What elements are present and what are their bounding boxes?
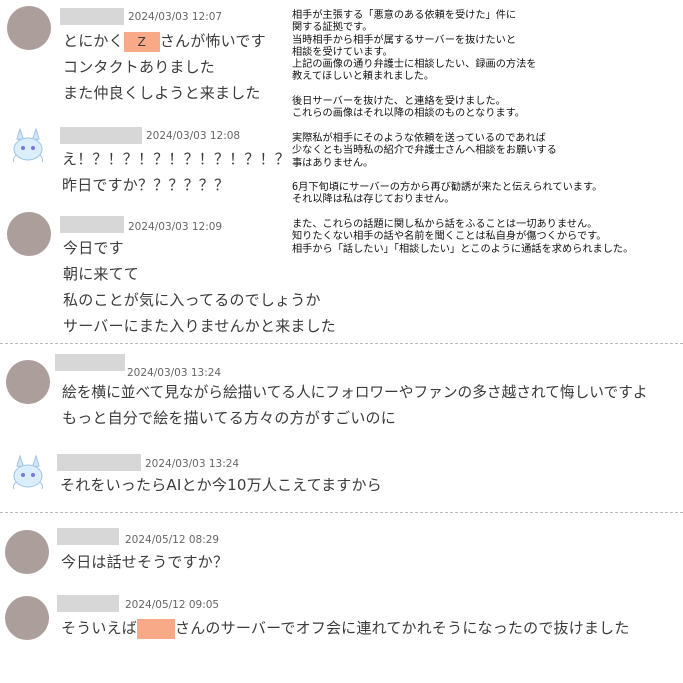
message-text: また仲良くしようと来ました xyxy=(63,84,261,102)
note-line: 当時相手から相手が属するサーバーを抜けたいと xyxy=(292,34,517,46)
note-line: 相談を受けています。 xyxy=(292,46,393,58)
mascot-avatar-icon[interactable] xyxy=(8,125,48,165)
user-avatar[interactable] xyxy=(5,530,49,574)
note-line: 相手から「話したい」「相談したい」とこのように通話を求められました。 xyxy=(292,243,634,255)
user-avatar[interactable] xyxy=(6,360,50,404)
username-redacted xyxy=(57,595,119,612)
message-text: 今日は話せそうですか？ xyxy=(61,553,229,571)
note-line: これらの画像はそれ以降の相談のものとなります。 xyxy=(292,108,525,120)
message-text: 朝に来てて xyxy=(63,265,140,283)
username-redacted xyxy=(60,127,142,144)
note-line xyxy=(292,121,678,133)
message-text-part: とにかく xyxy=(63,32,124,50)
username-redacted xyxy=(60,8,124,25)
note-line xyxy=(292,84,678,96)
message-timestamp: 2024/03/03 12:09 xyxy=(128,221,223,233)
message-text: 今日です xyxy=(63,239,124,257)
message-text: 昨日ですか？？？？？？ xyxy=(62,176,230,194)
message-text-part: さんのサーバーでオフ会に連れてかれそうになったので抜けました xyxy=(175,619,630,637)
message-text: え！？！？！？！？！？！？！？ xyxy=(62,150,291,168)
note-line: 教えてほしいと頼まれました。 xyxy=(292,71,435,83)
message-text: サーバーにまた入りませんかと来ました xyxy=(63,317,337,335)
message-text: それをいったらAIとか今10万人こえてますから xyxy=(60,476,382,494)
message-timestamp: 2024/03/03 13:24 xyxy=(145,458,240,470)
message-text: 絵を横に並べて見ながら絵描いてる人にフォロワーやファンの多さ越されて悔しいですよ xyxy=(62,384,648,401)
note-line: それ以降は私は存じておりません。 xyxy=(292,194,455,206)
mascot-avatar-icon[interactable] xyxy=(8,452,48,492)
screenshot-divider xyxy=(0,343,683,344)
message-text: そういえば さんのサーバーでオフ会に連れてかれそうになったので抜けました xyxy=(61,617,630,639)
message-timestamp: 2024/05/12 08:29 xyxy=(125,534,220,546)
message-text: もっと自分で絵を描いてる方々の方がすごいのに xyxy=(62,409,396,427)
note-line: 後日サーバーを抜けた、と連絡を受けました。 xyxy=(292,96,506,108)
user-avatar[interactable] xyxy=(7,212,51,256)
note-line xyxy=(292,207,678,219)
explanation-note: 相手が主張する「悪意のある依頼を受けた」件に 関する証拠です。 当時相手から相手が属… xyxy=(292,10,678,256)
note-line xyxy=(292,170,678,182)
message-text-part: さんが怖いです xyxy=(159,32,266,50)
user-avatar[interactable] xyxy=(5,596,49,640)
note-line: 実際私が相手にそのような依頼を送っているのであれば xyxy=(292,132,546,144)
username-redacted xyxy=(57,454,141,471)
note-line: また、これらの話題に関し私から話をふることは一切ありません。 xyxy=(292,219,598,231)
message-timestamp: 2024/03/03 13:24 xyxy=(127,367,222,379)
username-redacted xyxy=(60,216,124,233)
note-line: 事はありません。 xyxy=(292,157,374,169)
message-timestamp: 2024/03/03 12:08 xyxy=(146,130,241,142)
redacted-name: Z xyxy=(123,31,160,52)
message-text: コンタクトありました xyxy=(63,58,216,76)
username-redacted xyxy=(55,354,125,371)
username-redacted xyxy=(57,528,119,545)
note-line: 知りたくない相手の話や名前を聞くことは私自身が傷つくからです。 xyxy=(292,231,607,243)
note-line: 関する証拠です。 xyxy=(292,22,373,34)
redacted-name xyxy=(137,618,176,639)
note-line: 少なくとも当時私の紹介で弁護士さんへ相談をお願いする xyxy=(292,145,557,157)
message-text-part: そういえば xyxy=(61,619,138,637)
message-timestamp: 2024/05/12 09:05 xyxy=(125,599,220,611)
message-text: とにかく Z さんが怖いです xyxy=(63,30,266,52)
message-text: 私のことが気に入ってるのでしょうか xyxy=(63,291,321,309)
screenshot-divider xyxy=(0,512,683,513)
note-line: 相手が主張する「悪意のある依頼を受けた」件に xyxy=(292,10,517,21)
note-line: 上記の画像の通り弁護士に相談したい、録画の方法を xyxy=(292,59,537,71)
message-timestamp: 2024/03/03 12:07 xyxy=(128,11,223,23)
note-line: 6月下旬頃にサーバーの方から再び勧誘が来たと伝えられています。 xyxy=(292,182,603,194)
user-avatar[interactable] xyxy=(7,6,51,50)
